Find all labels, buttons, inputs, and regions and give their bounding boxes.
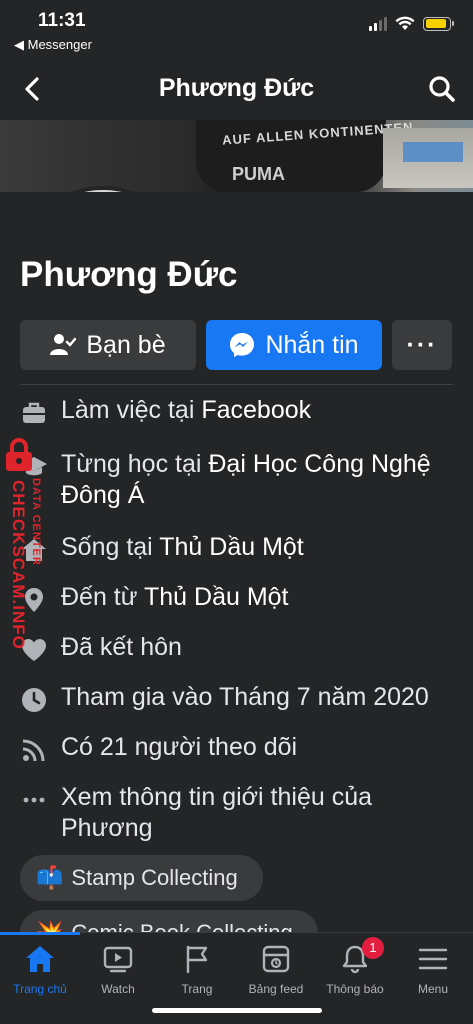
status-icons <box>369 16 454 31</box>
cover-brand: PUMA <box>232 164 285 184</box>
tab-pages-label: Trang <box>181 982 213 996</box>
back-to-messenger-link[interactable]: ◀ Messenger <box>14 37 92 53</box>
info-see-more[interactable]: Xem thông tin giới thiệu của Phương <box>0 782 473 844</box>
battery-icon <box>423 16 454 31</box>
status-bar: 11:31 ◀ Messenger <box>0 0 473 60</box>
tab-home-label: Trang chủ <box>13 982 67 996</box>
briefcase-icon <box>23 402 45 423</box>
watermark-line2: CHECKSCAM.INFO <box>9 480 28 650</box>
info-lives-prefix: Sống tại <box>61 533 160 561</box>
tab-menu[interactable]: Menu <box>393 933 473 1003</box>
info-followers[interactable]: Có 21 người theo dõi <box>0 732 473 782</box>
tab-watch-label: Watch <box>101 982 135 996</box>
watermark: DATA CENTER CHECKSCAM.INFO <box>2 438 46 668</box>
rss-feed-icon <box>22 739 45 762</box>
search-icon[interactable] <box>427 74 457 104</box>
tab-notifications[interactable]: 1 Thông báo <box>315 933 395 1003</box>
info-joined: Tham gia vào Tháng 7 năm 2020 <box>0 682 473 732</box>
menu-icon <box>418 948 448 970</box>
tab-menu-label: Menu <box>417 982 449 996</box>
info-work-place[interactable]: Facebook <box>201 396 311 424</box>
clock-icon <box>22 688 46 712</box>
page-title: Phương Đức <box>158 74 315 102</box>
info-from[interactable]: Đến từ Thủ Dầu Một <box>0 582 473 632</box>
tab-feeds[interactable]: Bảng feed <box>236 933 316 1003</box>
more-options-button[interactable]: ··· <box>392 320 452 370</box>
profile-avatar[interactable] <box>14 186 192 192</box>
info-education[interactable]: Từng học tại Đại Học Công Nghệ Đông Á <box>0 449 473 530</box>
divider <box>20 384 453 385</box>
status-time: 11:31 <box>38 10 86 31</box>
info-relationship: Đã kết hôn <box>0 632 473 682</box>
more-dots-icon <box>23 797 45 803</box>
info-relationship-text: Đã kết hôn <box>61 633 182 661</box>
mailbox-icon: 📫 <box>36 865 64 890</box>
tab-notifications-label: Thông báo <box>326 982 384 996</box>
flag-icon <box>186 945 208 974</box>
home-indicator[interactable] <box>152 1008 322 1013</box>
info-work[interactable]: Làm việc tại Facebook <box>0 395 473 445</box>
tab-pages[interactable]: Trang <box>157 933 237 1003</box>
padlock-icon <box>6 438 32 471</box>
tab-feeds-label: Bảng feed <box>248 982 304 996</box>
friends-button[interactable]: Bạn bè <box>20 320 196 370</box>
info-lives-place[interactable]: Thủ Dầu Một <box>159 533 304 561</box>
friends-button-label: Bạn bè <box>86 330 166 359</box>
home-icon <box>26 946 54 972</box>
signal-icon <box>369 16 387 31</box>
cover-photo[interactable]: AUF ALLEN KONTINENTEN PUMA <box>0 120 473 192</box>
friend-check-icon <box>50 334 77 355</box>
info-from-place[interactable]: Thủ Dầu Một <box>144 583 289 611</box>
notification-badge: 1 <box>362 937 384 959</box>
video-icon <box>103 946 133 973</box>
hobby-chip[interactable]: 📫 Stamp Collecting <box>20 855 263 901</box>
info-followers-text: Có 21 người theo dõi <box>61 733 298 761</box>
info-from-prefix: Đến từ <box>61 583 144 611</box>
profile-name: Phương Đức <box>20 255 238 294</box>
tab-home[interactable]: Trang chủ <box>0 932 80 1003</box>
info-lives[interactable]: Sống tại Thủ Dầu Một <box>0 532 473 582</box>
feeds-icon <box>262 945 290 973</box>
info-study-prefix: Từng học tại <box>61 450 209 478</box>
tab-watch[interactable]: Watch <box>78 933 158 1003</box>
profile-info-list: Làm việc tại Facebook Từng học tại Đại H… <box>0 395 473 842</box>
message-button[interactable]: Nhắn tin <box>206 320 382 370</box>
info-joined-text: Tham gia vào Tháng 7 năm 2020 <box>61 683 429 711</box>
wifi-icon <box>395 16 415 30</box>
navbar: Phương Đức <box>0 60 473 120</box>
info-work-prefix: Làm việc tại <box>61 396 202 424</box>
messenger-icon <box>230 333 255 357</box>
info-see-more-text: Xem thông tin giới thiệu của Phương <box>61 783 373 842</box>
watermark-line1: DATA CENTER <box>30 478 42 566</box>
cover-sign <box>403 142 463 162</box>
message-button-label: Nhắn tin <box>265 330 359 359</box>
hobby-chip-label: Stamp Collecting <box>71 865 238 890</box>
